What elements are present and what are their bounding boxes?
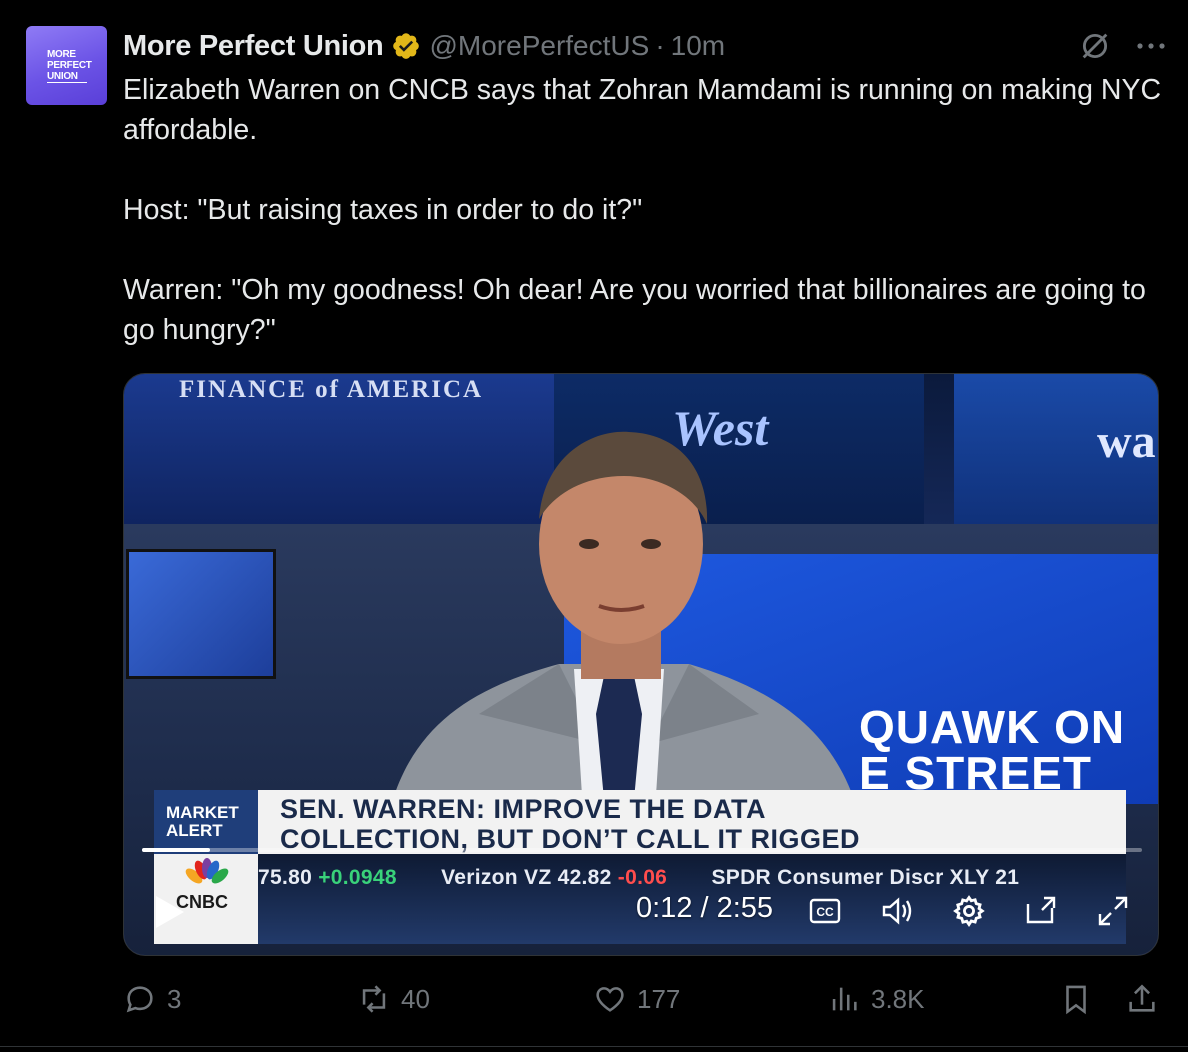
ticker-2-name: Verizon VZ <box>441 866 552 889</box>
repost-icon <box>362 985 386 1013</box>
tweet-paragraph-1: Elizabeth Warren on CNCB says that Zohra… <box>123 74 1169 146</box>
video-frame: FINANCE of AMERICA West wa QUAWK ON E ST… <box>124 374 1158 955</box>
headline-line-1: SEN. WARREN: IMPROVE THE DATA <box>280 794 767 824</box>
bg-sign-wa: wa <box>1097 415 1156 468</box>
tweet-text: Elizabeth Warren on CNCB says that Zohra… <box>123 70 1168 350</box>
heart-icon <box>596 987 624 1012</box>
ticker-1-price: 75.80 <box>258 866 313 889</box>
views-button[interactable]: 3.8K <box>827 982 925 1016</box>
show-logo-line-1: QUAWK ON <box>859 701 1126 753</box>
picture-in-picture-icon[interactable] <box>1024 894 1058 928</box>
video-progress-bar[interactable] <box>142 848 1142 852</box>
ticker-1-change: +0.0948 <box>318 866 397 889</box>
avatar[interactable]: MORE PERFECT UNION <box>26 26 107 105</box>
svg-text:CC: CC <box>816 905 834 919</box>
cnbc-peacock-icon <box>185 858 229 884</box>
share-icon[interactable] <box>1125 982 1159 1016</box>
like-count: 177 <box>637 983 681 1014</box>
verified-badge-icon[interactable] <box>391 31 421 61</box>
avatar-line-2: PERFECT <box>47 59 92 71</box>
tweet-time[interactable]: 10m <box>671 30 725 62</box>
like-button[interactable]: 177 <box>593 982 680 1016</box>
author-name[interactable]: More Perfect Union <box>123 30 384 63</box>
ticker-3-name: SPDR Consumer Discr XLY <box>711 866 990 889</box>
tweet-header: More Perfect Union @MorePerfectUS · 10m <box>123 28 1168 64</box>
market-alert-line-2: ALERT <box>166 821 223 840</box>
settings-gear-icon[interactable] <box>952 894 986 928</box>
grok-icon[interactable] <box>1078 29 1112 63</box>
fullscreen-icon[interactable] <box>1096 894 1130 928</box>
video-timecode: 0:12 / 2:55 <box>636 892 774 924</box>
ticker-3-price: 21 <box>995 866 1020 889</box>
ticker-2-price: 42.82 <box>557 866 612 889</box>
market-alert-badge: MARKET ALERT <box>154 790 258 854</box>
play-icon[interactable] <box>154 894 186 930</box>
reply-button[interactable]: 3 <box>123 982 181 1016</box>
lower-third-headline: SEN. WARREN: IMPROVE THE DATA COLLECTION… <box>280 794 860 854</box>
separator-dot: · <box>655 30 665 61</box>
ticker-2-change: -0.06 <box>617 866 668 889</box>
bookmark-icon[interactable] <box>1059 982 1093 1016</box>
more-options-icon[interactable] <box>1134 29 1168 63</box>
show-logo: QUAWK ON E STREET <box>859 704 1125 796</box>
views-chart-icon <box>832 987 857 1011</box>
ticker-text: 75.80 +0.0948 Verizon VZ 42.82 -0.06 SPD… <box>258 866 1019 890</box>
volume-icon[interactable] <box>880 894 914 928</box>
market-alert-line-1: MARKET <box>166 803 239 822</box>
tweet[interactable]: MORE PERFECT UNION More Perfect Union @M… <box>0 0 1188 1052</box>
views-count: 3.8K <box>871 983 925 1014</box>
bg-sign-finance: FINANCE of AMERICA <box>179 376 484 403</box>
avatar-line-1: MORE <box>47 48 76 60</box>
video-progress-fill <box>142 848 210 852</box>
reply-icon <box>126 986 153 1013</box>
avatar-line-3: UNION <box>47 71 87 83</box>
repost-count: 40 <box>401 983 430 1014</box>
tweet-actions: 3 40 177 3.8K <box>123 982 1163 1022</box>
tweet-paragraph-3: Warren: "Oh my goodness! Oh dear! Are yo… <box>123 274 1154 346</box>
divider <box>0 1046 1188 1047</box>
video-player[interactable]: FINANCE of AMERICA West wa QUAWK ON E ST… <box>123 373 1159 956</box>
repost-button[interactable]: 40 <box>357 982 430 1016</box>
studio-monitor <box>126 549 276 679</box>
tweet-paragraph-2: Host: "But raising taxes in order to do … <box>123 194 643 226</box>
reply-count: 3 <box>167 983 182 1014</box>
author-handle[interactable]: @MorePerfectUS <box>429 30 649 62</box>
captions-icon[interactable]: CC <box>808 894 842 928</box>
